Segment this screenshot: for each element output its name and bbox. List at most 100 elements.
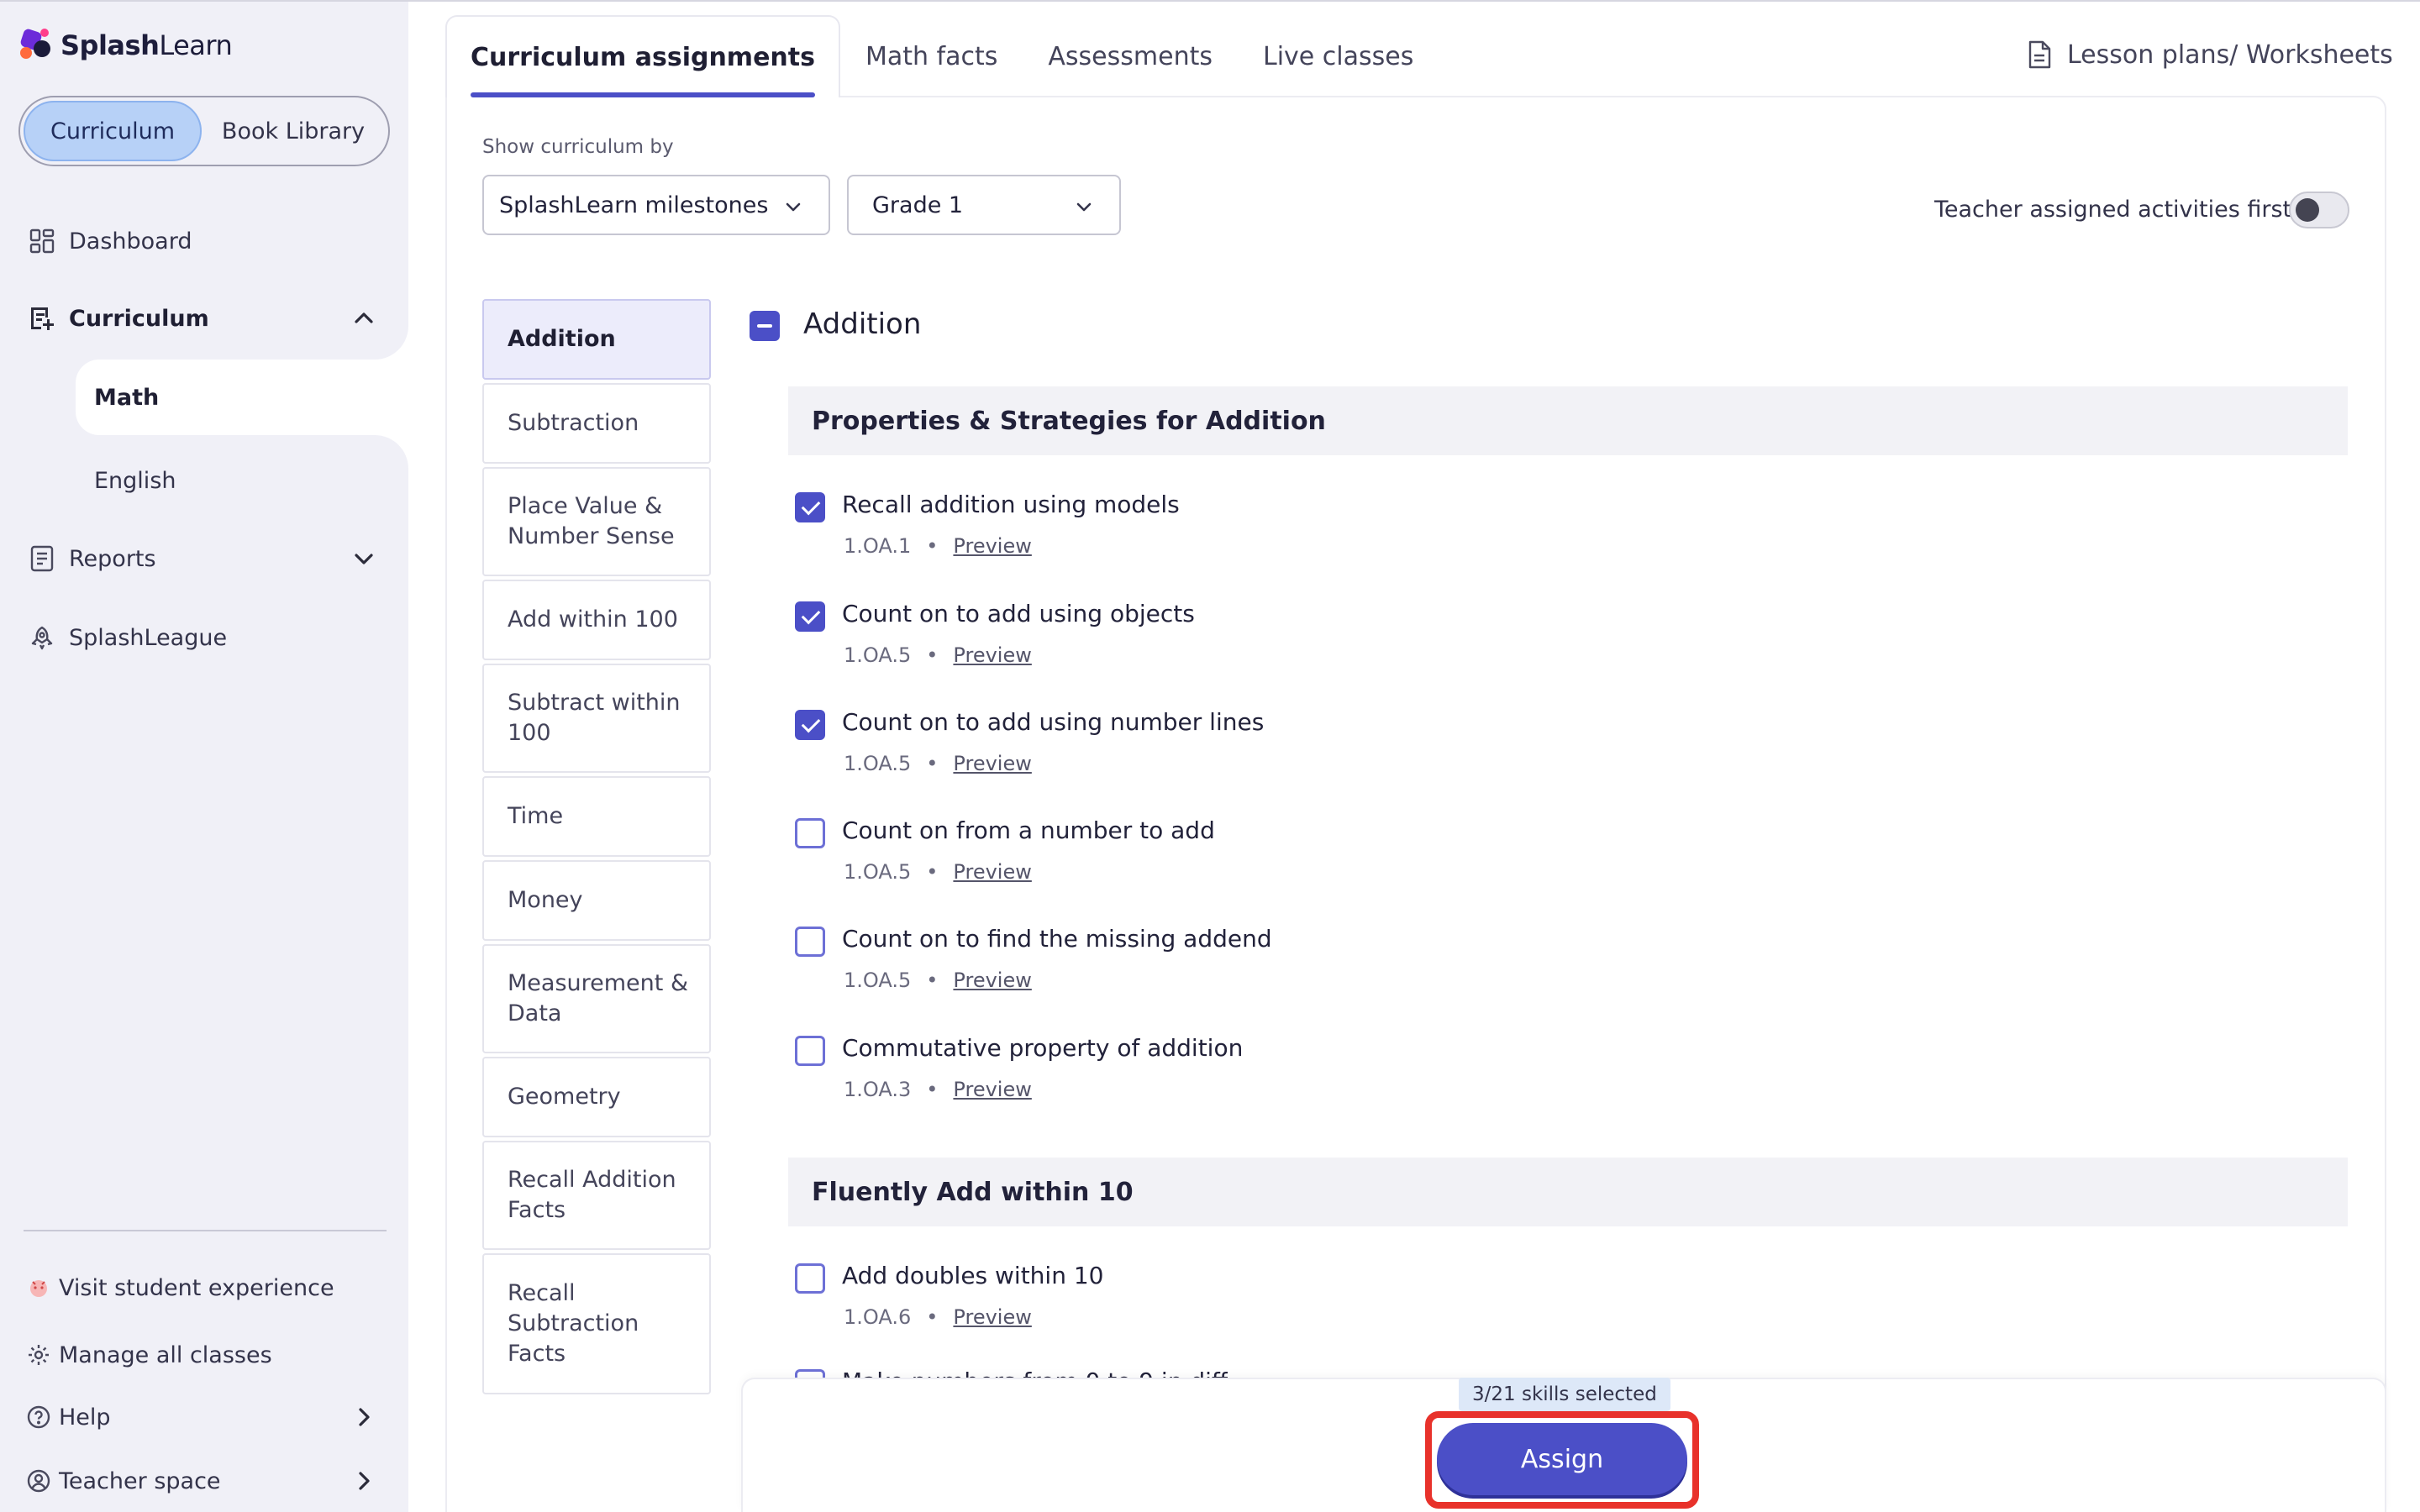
sidebar-item-english[interactable]: English bbox=[94, 447, 176, 514]
sidebar-item-reports[interactable]: Reports bbox=[0, 521, 408, 596]
sidebar-divider bbox=[24, 1230, 387, 1231]
skill-code: 1.OA.5 bbox=[844, 643, 912, 667]
skill-code: 1.OA.1 bbox=[844, 534, 912, 558]
skill-meta: 1.OA.5 • Preview bbox=[844, 969, 1032, 992]
skill-meta: 1.OA.6 • Preview bbox=[844, 1305, 1032, 1329]
skill-checkbox[interactable] bbox=[795, 710, 825, 740]
skill-checkbox[interactable] bbox=[795, 818, 825, 848]
preview-link[interactable]: Preview bbox=[953, 969, 1031, 992]
chevron-down-icon bbox=[355, 554, 373, 564]
teacher-space-label: Teacher space bbox=[59, 1467, 221, 1494]
segment-curriculum[interactable]: Curriculum bbox=[24, 101, 203, 161]
skill-code: 1.OA.3 bbox=[844, 1078, 912, 1101]
skill-name: Add doubles within 10 bbox=[842, 1262, 1104, 1289]
preview-link[interactable]: Preview bbox=[953, 860, 1031, 884]
skill-code: 1.OA.6 bbox=[844, 1305, 912, 1329]
chevron-right-icon bbox=[359, 1408, 370, 1426]
skill-code: 1.OA.5 bbox=[844, 969, 912, 992]
gear-icon bbox=[27, 1340, 50, 1370]
lesson-link-label: Lesson plans/ Worksheets bbox=[2067, 39, 2393, 70]
topic-addition[interactable]: Addition bbox=[482, 299, 711, 380]
grade-select[interactable]: Grade 1 bbox=[847, 175, 1121, 235]
skill-row: Count on to find the missing addend 1.OA… bbox=[795, 923, 2341, 1016]
segment-book-library[interactable]: Book Library bbox=[202, 101, 385, 161]
skill-name: Count on to add using number lines bbox=[842, 708, 1265, 736]
skill-checkbox[interactable] bbox=[795, 601, 825, 632]
tab-assessments[interactable]: Assessments bbox=[1023, 15, 1238, 97]
preview-link[interactable]: Preview bbox=[953, 643, 1031, 667]
skill-meta: 1.OA.3 • Preview bbox=[844, 1078, 1032, 1101]
separator-dot: • bbox=[926, 643, 939, 667]
section-title: Addition bbox=[803, 307, 922, 341]
collapse-section-icon[interactable] bbox=[750, 311, 780, 341]
tab-math-facts[interactable]: Math facts bbox=[840, 15, 1023, 97]
preview-link[interactable]: Preview bbox=[953, 534, 1031, 558]
topic-time[interactable]: Time bbox=[482, 776, 711, 857]
skill-row: Commutative property of addition 1.OA.3 … bbox=[795, 1032, 2341, 1125]
app-window: SplashLearn Curriculum Book Library Dash… bbox=[0, 0, 2420, 1512]
sidebar-item-splashleague[interactable]: SplashLeague bbox=[0, 600, 408, 675]
teacher-assigned-first-label: Teacher assigned activities first bbox=[1934, 197, 2292, 223]
separator-dot: • bbox=[926, 1305, 939, 1329]
topic-add-within-100[interactable]: Add within 100 bbox=[482, 580, 711, 660]
preview-link[interactable]: Preview bbox=[953, 1078, 1031, 1101]
manage-all-classes-link[interactable]: Manage all classes bbox=[0, 1326, 408, 1384]
topic-subtraction[interactable]: Subtraction bbox=[482, 383, 711, 464]
topic-place-value[interactable]: Place Value & Number Sense bbox=[482, 467, 711, 576]
skill-code: 1.OA.5 bbox=[844, 860, 912, 884]
topic-recall-subtraction-facts[interactable]: Recall Subtraction Facts bbox=[482, 1253, 711, 1394]
separator-dot: • bbox=[926, 752, 939, 775]
topic-measurement-data[interactable]: Measurement & Data bbox=[482, 944, 711, 1053]
splashlearn-logo-icon bbox=[18, 27, 55, 64]
chevron-down-icon bbox=[1076, 202, 1092, 212]
topic-subtract-within-100[interactable]: Subtract within 100 bbox=[482, 664, 711, 773]
chevron-right-icon bbox=[359, 1472, 370, 1490]
splashlearn-logo[interactable]: SplashLearn bbox=[18, 27, 233, 64]
skill-checkbox[interactable] bbox=[795, 492, 825, 522]
help-label: Help bbox=[59, 1404, 111, 1431]
tab-curriculum-assignments[interactable]: Curriculum assignments bbox=[445, 15, 840, 97]
teacher-assigned-first-toggle[interactable] bbox=[2289, 192, 2349, 228]
topic-money[interactable]: Money bbox=[482, 860, 711, 941]
skill-name: Recall addition using models bbox=[842, 491, 1180, 518]
curriculum-select-value: SplashLearn milestones bbox=[499, 192, 769, 218]
skill-meta: 1.OA.5 • Preview bbox=[844, 752, 1032, 775]
help-menu[interactable]: Help bbox=[0, 1388, 408, 1446]
lesson-plans-worksheets-link[interactable]: Lesson plans/ Worksheets bbox=[2027, 34, 2393, 76]
student-face-icon bbox=[27, 1273, 50, 1303]
separator-dot: • bbox=[926, 969, 939, 992]
skill-name: Count on to find the missing addend bbox=[842, 925, 1272, 953]
dashboard-icon bbox=[27, 226, 57, 256]
grade-select-value: Grade 1 bbox=[872, 192, 964, 218]
sidebar-item-dashboard[interactable]: Dashboard bbox=[0, 203, 408, 279]
visit-student-experience-link[interactable]: Visit student experience bbox=[0, 1258, 408, 1317]
user-circle-icon bbox=[27, 1466, 50, 1496]
top-border bbox=[408, 0, 2420, 2]
skills-selected-badge: 3/21 skills selected bbox=[1459, 1378, 1670, 1411]
skill-row: Count on from a number to add 1.OA.5 • P… bbox=[795, 815, 2341, 907]
sidebar-item-label: Dashboard bbox=[69, 228, 192, 255]
help-icon bbox=[27, 1402, 50, 1432]
topic-recall-addition-facts[interactable]: Recall Addition Facts bbox=[482, 1141, 711, 1250]
preview-link[interactable]: Preview bbox=[953, 1305, 1031, 1329]
assign-button[interactable]: Assign bbox=[1437, 1423, 1687, 1495]
topic-geometry[interactable]: Geometry bbox=[482, 1057, 711, 1137]
sidebar-item-curriculum[interactable]: Curriculum bbox=[0, 281, 408, 356]
skill-name: Count on to add using objects bbox=[842, 600, 1195, 627]
skill-checkbox[interactable] bbox=[795, 1036, 825, 1066]
preview-link[interactable]: Preview bbox=[953, 752, 1031, 775]
show-curriculum-by-label: Show curriculum by bbox=[482, 136, 674, 158]
skill-checkbox[interactable] bbox=[795, 1263, 825, 1294]
skill-checkbox[interactable] bbox=[795, 927, 825, 957]
group-header: Fluently Add within 10 bbox=[788, 1158, 2348, 1226]
tab-live-classes[interactable]: Live classes bbox=[1238, 15, 1439, 97]
sidebar-item-label: SplashLeague bbox=[69, 624, 228, 651]
sidebar-item-label: Reports bbox=[69, 545, 156, 572]
skill-code: 1.OA.5 bbox=[844, 752, 912, 775]
teacher-space-menu[interactable]: Teacher space bbox=[0, 1452, 408, 1510]
skill-row: Count on to add using objects 1.OA.5 • P… bbox=[795, 598, 2341, 690]
sidebar-item-math[interactable]: Math bbox=[76, 360, 408, 435]
notch-decoration bbox=[370, 435, 408, 469]
curriculum-select[interactable]: SplashLearn milestones bbox=[482, 175, 830, 235]
skill-name: Commutative property of addition bbox=[842, 1034, 1244, 1062]
